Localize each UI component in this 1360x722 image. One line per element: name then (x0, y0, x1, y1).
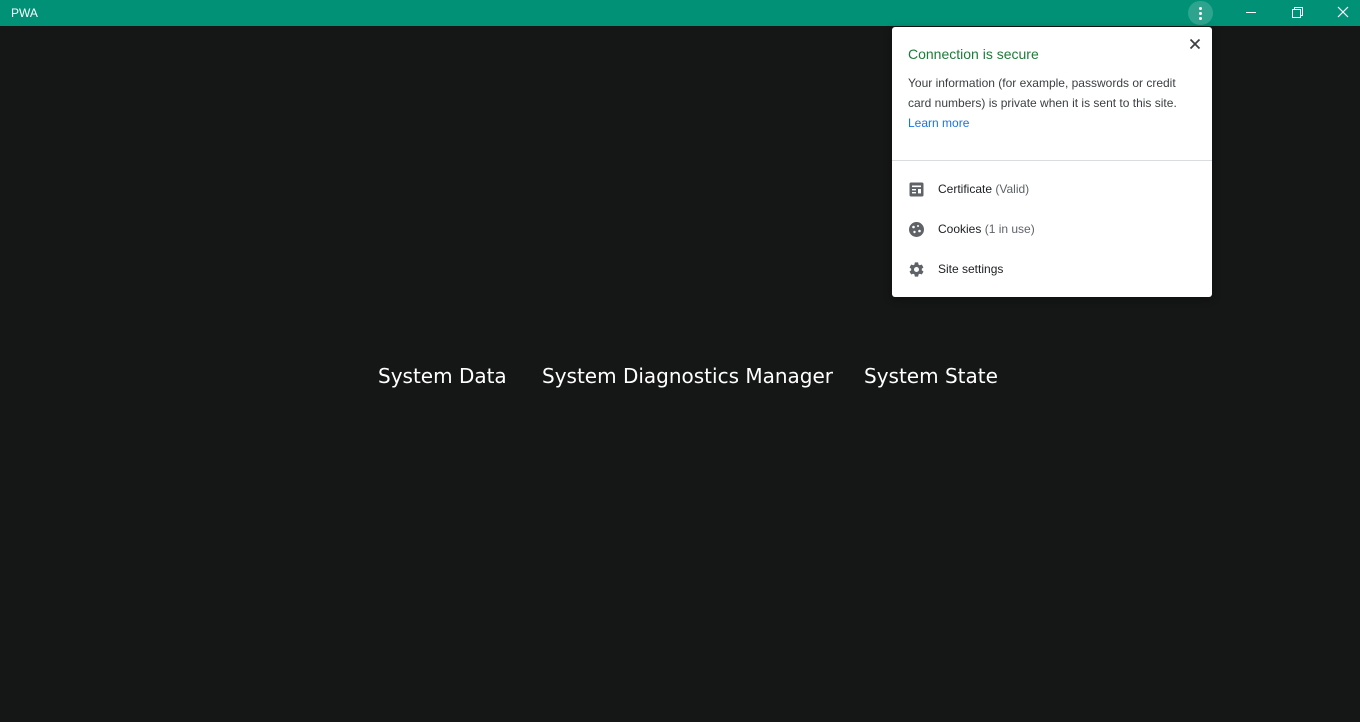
app-menu-button[interactable] (1188, 1, 1213, 25)
cookies-item[interactable]: Cookies (1 in use) (892, 209, 1212, 249)
restore-icon (1292, 7, 1303, 18)
minimize-button[interactable] (1228, 0, 1274, 26)
site-settings-label: Site settings (938, 262, 1004, 276)
site-info-popup: Connection is secure Your information (f… (892, 27, 1212, 297)
divider (892, 160, 1212, 161)
nav-system-data[interactable]: System Data (378, 362, 507, 390)
restore-button[interactable] (1274, 0, 1320, 26)
cookies-count: (1 in use) (984, 222, 1035, 236)
minimize-icon (1246, 12, 1256, 13)
title-bar: PWA (0, 0, 1360, 26)
nav-system-diagnostics-manager[interactable]: System Diagnostics Manager (542, 362, 833, 390)
certificate-status: (Valid) (995, 182, 1030, 196)
connection-status-title: Connection is secure (908, 46, 1039, 62)
certificate-icon (908, 181, 925, 198)
site-settings-item[interactable]: Site settings (892, 249, 1212, 289)
close-icon (1189, 38, 1201, 50)
popup-close-button[interactable] (1186, 35, 1204, 53)
learn-more-link[interactable]: Learn more (908, 113, 969, 133)
connection-description: Your information (for example, passwords… (908, 76, 1177, 110)
gear-icon (908, 261, 925, 278)
close-icon (1337, 6, 1349, 18)
cookie-icon (908, 221, 925, 238)
nav-system-state[interactable]: System State (864, 362, 998, 390)
cookies-label: Cookies (938, 222, 982, 236)
certificate-item[interactable]: Certificate (Valid) (892, 169, 1212, 209)
close-window-button[interactable] (1320, 0, 1360, 26)
certificate-label: Certificate (938, 182, 993, 196)
app-title: PWA (11, 6, 38, 20)
